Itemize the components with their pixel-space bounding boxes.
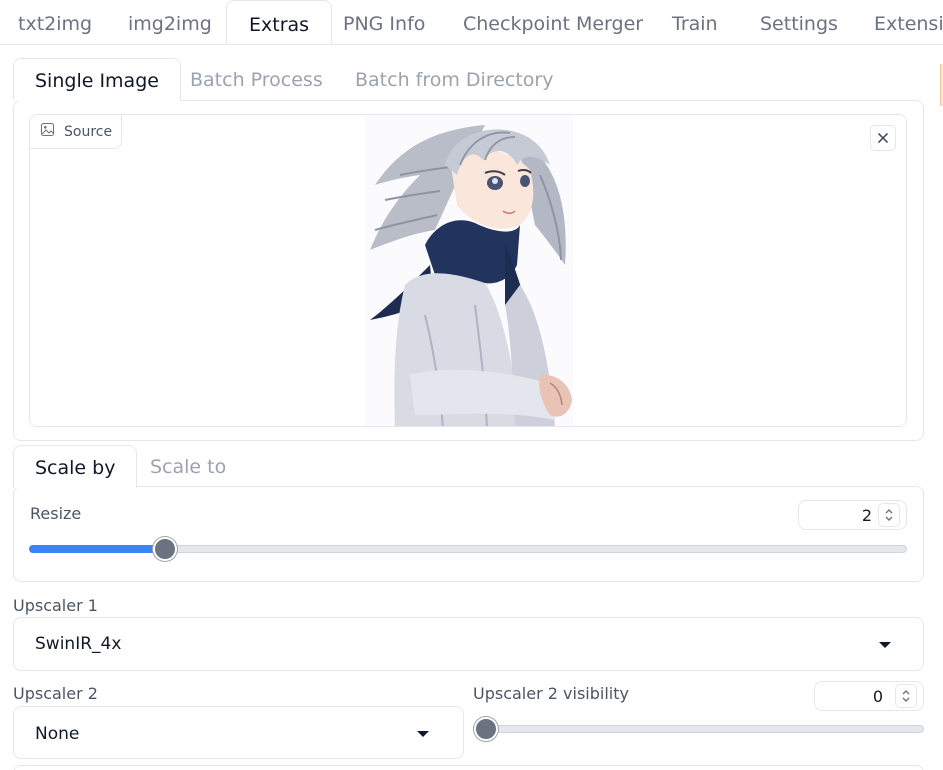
chevron-down-icon (879, 642, 891, 648)
upscaler2-visibility-value: 0 (872, 687, 883, 706)
chevron-down-icon (417, 731, 429, 737)
tab-checkpoint-merger[interactable]: Checkpoint Merger (441, 0, 665, 44)
scale-mode-tabs: Scale by Scale to (13, 445, 313, 488)
resize-slider[interactable] (29, 537, 907, 561)
resize-number-input[interactable]: 2 (798, 500, 907, 530)
tab-batch-from-directory[interactable]: Batch from Directory (334, 58, 574, 100)
image-icon (41, 123, 54, 140)
resize-slider-fill (29, 545, 165, 553)
tab-scale-to[interactable]: Scale to (129, 445, 247, 487)
tab-extensions[interactable]: Extensions (852, 0, 943, 44)
tab-batch-process[interactable]: Batch Process (169, 58, 344, 100)
clear-image-button[interactable] (870, 125, 896, 151)
upscaler2-label: Upscaler 2 (13, 684, 98, 703)
tab-scale-by[interactable]: Scale by (13, 445, 138, 488)
source-image-preview (365, 115, 573, 426)
source-label: Source (30, 115, 122, 149)
upscaler2-visibility-number-input[interactable]: 0 (814, 681, 924, 711)
close-icon (877, 129, 889, 148)
resize-label: Resize (30, 504, 82, 523)
source-image-dropzone[interactable]: Source (29, 114, 907, 427)
stepper-arrows-icon (885, 509, 893, 521)
tab-extras[interactable]: Extras (226, 0, 333, 44)
next-panel (13, 765, 924, 770)
resize-slider-thumb[interactable] (153, 537, 177, 561)
upscaler2-visibility-label: Upscaler 2 visibility (473, 684, 629, 703)
main-tab-bar: txt2img img2img Extras PNG Info Checkpoi… (0, 0, 943, 45)
resize-stepper[interactable] (878, 503, 900, 527)
resize-value: 2 (861, 506, 872, 525)
upscaler2-visibility-slider-thumb[interactable] (474, 717, 498, 741)
upscaler2-visibility-stepper[interactable] (895, 684, 917, 708)
upscaler2-visibility-slider-track (474, 725, 924, 733)
upscaler2-value: None (35, 724, 80, 744)
upscaler2-visibility-slider[interactable] (474, 717, 924, 741)
image-mode-tabs: Single Image Batch Process Batch from Di… (13, 58, 613, 101)
tab-single-image[interactable]: Single Image (13, 58, 181, 101)
tab-train[interactable]: Train (650, 0, 740, 44)
tab-txt2img[interactable]: txt2img (0, 0, 114, 44)
upscaler1-label: Upscaler 1 (13, 596, 98, 615)
scale-panel (13, 486, 924, 582)
stepper-arrows-icon (902, 690, 910, 702)
tab-img2img[interactable]: img2img (106, 0, 234, 44)
tab-png-info[interactable]: PNG Info (321, 0, 447, 44)
tab-settings[interactable]: Settings (738, 0, 860, 44)
upscaler1-value: SwinIR_4x (35, 634, 122, 654)
upscaler1-dropdown[interactable]: SwinIR_4x (13, 617, 924, 671)
source-label-text: Source (64, 123, 113, 140)
upscaler2-dropdown[interactable]: None (13, 706, 464, 759)
